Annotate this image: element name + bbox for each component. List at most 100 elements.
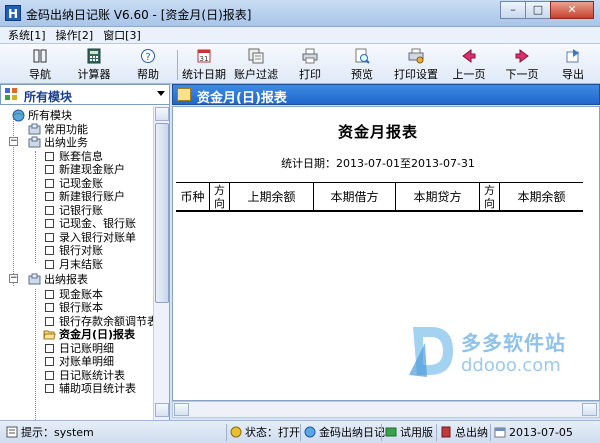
status-state: 状态：打开 xyxy=(230,424,300,441)
page-icon xyxy=(45,152,54,161)
tree-label-business: 出纳业务 xyxy=(44,136,88,149)
print-button[interactable]: 打印 xyxy=(284,46,336,82)
scroll-thumb[interactable] xyxy=(155,123,169,303)
stat-date-label: 统计日期 xyxy=(182,68,226,81)
close-button[interactable]: ✕ xyxy=(550,1,594,19)
status-bar: 提示：system 状态：打开 金码出纳日记 试用版 总出纳 2013-07-0… xyxy=(0,420,600,443)
export-button[interactable]: 导出 xyxy=(550,46,596,82)
svg-text:31: 31 xyxy=(200,55,209,63)
folder-icon xyxy=(28,136,41,148)
scroll-right-button[interactable] xyxy=(582,403,597,416)
status-separator xyxy=(300,424,301,441)
print-settings-button[interactable]: 打印设置 xyxy=(390,46,442,82)
edition-icon xyxy=(385,427,397,437)
window-title: 金码出纳日记账 V6.60 - [资金月(日)报表] xyxy=(26,8,252,22)
navigation-icon xyxy=(33,49,47,63)
report-table-header: 币种 方向 上期余额 本期借方 本期贷方 方向 本期余额 xyxy=(176,182,583,212)
modules-icon xyxy=(5,88,17,100)
report-header: 资金月(日)报表 xyxy=(172,84,600,106)
page-icon xyxy=(45,165,54,174)
status-separator xyxy=(381,424,382,441)
open-folder-icon xyxy=(43,330,56,340)
export-icon xyxy=(566,49,579,63)
page-icon xyxy=(45,290,54,299)
nav-label: 导航 xyxy=(29,68,51,81)
page-icon xyxy=(45,246,54,255)
tree-label-reports: 出纳报表 xyxy=(44,273,88,286)
nav-button[interactable]: 导航 xyxy=(14,46,66,82)
maximize-button[interactable]: □ xyxy=(525,1,551,19)
status-separator xyxy=(226,424,227,441)
menu-window[interactable]: 窗口[3] xyxy=(103,27,141,43)
folder-icon xyxy=(28,123,41,135)
scroll-down-button[interactable] xyxy=(155,403,169,417)
report-view: 资金月报表 统计日期：2013-07-01至2013-07-31 币种 方向 上… xyxy=(172,106,600,401)
report-horizontal-scrollbar[interactable] xyxy=(172,401,600,418)
prev-page-icon xyxy=(462,49,476,63)
watermark-text: 多多软件站 xyxy=(461,331,566,355)
globe-icon xyxy=(12,109,25,122)
next-page-button[interactable]: 下一页 xyxy=(496,46,548,82)
status-icon xyxy=(230,426,242,438)
minimize-button[interactable]: – xyxy=(500,1,526,19)
tree-label-root: 所有模块 xyxy=(28,109,72,122)
window-controls: – □ ✕ xyxy=(500,1,594,19)
page-icon xyxy=(45,344,54,353)
preview-icon xyxy=(355,48,370,64)
module-select-value: 所有模块 xyxy=(24,90,73,104)
preview-button[interactable]: 预览 xyxy=(336,46,388,82)
tree-label-common: 常用功能 xyxy=(44,123,88,136)
title-bar: H 金码出纳日记账 V6.60 - [资金月(日)报表] – □ ✕ xyxy=(0,0,600,27)
tree-line xyxy=(35,151,36,263)
column-header: 本期贷方 xyxy=(396,183,480,211)
print-label: 打印 xyxy=(299,68,321,81)
calculator-button[interactable]: 计算器 xyxy=(68,46,120,82)
menu-system[interactable]: 系统[1] xyxy=(8,27,46,43)
menu-operate[interactable]: 操作[2] xyxy=(56,27,94,43)
watermark-url: ddooo.com xyxy=(461,355,561,376)
stat-date-button[interactable]: 31 统计日期 xyxy=(178,46,230,82)
calendar-icon: 31 xyxy=(197,49,211,63)
column-header: 方向 xyxy=(210,183,230,211)
scroll-left-button[interactable] xyxy=(174,403,189,416)
help-label: 帮助 xyxy=(137,68,159,81)
report-header-label: 资金月(日)报表 xyxy=(197,91,287,106)
app-status-icon xyxy=(304,426,316,438)
status-app: 金码出纳日记 xyxy=(304,424,385,441)
scroll-up-button[interactable] xyxy=(155,107,169,121)
export-label: 导出 xyxy=(562,68,584,81)
module-select[interactable]: 所有模块 xyxy=(0,84,170,105)
account-filter-button[interactable]: 账户过滤 xyxy=(230,46,282,82)
next-page-label: 下一页 xyxy=(505,68,539,81)
page-icon xyxy=(45,233,54,242)
calendar-icon xyxy=(494,427,506,438)
status-date: 2013-07-05 xyxy=(494,424,573,441)
prev-page-button[interactable]: 上一页 xyxy=(443,46,495,82)
app-icon: H xyxy=(5,5,21,21)
column-header: 本期余额 xyxy=(517,190,566,204)
page-icon xyxy=(45,179,54,188)
print-icon xyxy=(302,48,318,64)
report-date-range: 统计日期：2013-07-01至2013-07-31 xyxy=(281,157,475,170)
calculator-label: 计算器 xyxy=(77,68,111,81)
tree-line xyxy=(35,289,36,420)
page-icon xyxy=(45,357,54,366)
tree-scrollbar[interactable] xyxy=(153,106,169,420)
collapse-toggle[interactable]: − xyxy=(9,274,18,283)
preview-label: 预览 xyxy=(351,68,373,81)
print-settings-icon xyxy=(408,48,424,64)
calculator-icon xyxy=(87,48,101,64)
menu-bar: 系统[1] 操作[2] 窗口[3] xyxy=(0,27,600,44)
chevron-down-icon[interactable] xyxy=(157,91,165,96)
toolbar: 导航 计算器 ? 帮助 31 统计日期 账户过滤 打印 预览 打印设置 上一页 … xyxy=(0,44,600,84)
book-icon xyxy=(441,426,451,438)
help-icon: ? xyxy=(141,49,155,63)
help-button[interactable]: ? 帮助 xyxy=(122,46,174,82)
watermark-logo-icon xyxy=(409,327,453,377)
watermark: 多多软件站 ddooo.com xyxy=(403,323,583,383)
module-tree: 所有模块 常用功能 − 出纳业务 账套信息 新建现金账户 记现金账 新建银行账户… xyxy=(0,106,153,420)
collapse-toggle[interactable]: − xyxy=(9,137,18,146)
print-settings-label: 打印设置 xyxy=(394,68,438,81)
account-filter-label: 账户过滤 xyxy=(234,68,278,81)
status-separator xyxy=(490,424,491,441)
